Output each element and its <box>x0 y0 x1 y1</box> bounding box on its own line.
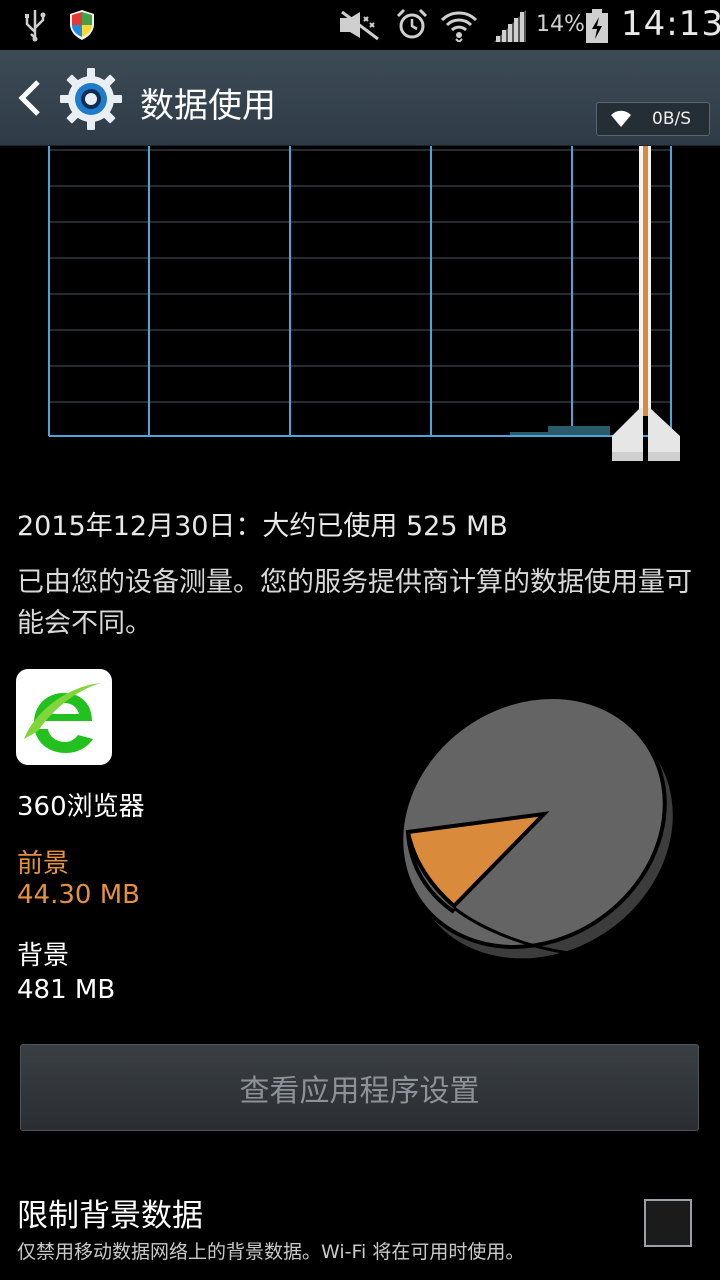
foreground-label: 前景 <box>17 849 70 879</box>
network-speed-value: 0B/S <box>652 109 691 129</box>
page-title: 数据使用 <box>140 86 276 126</box>
app-name: 360浏览器 <box>17 792 145 822</box>
clock: 14:13 <box>621 4 720 44</box>
settings-gear-icon <box>60 68 122 130</box>
background-value: 481 MB <box>17 975 116 1005</box>
battery-icon <box>586 9 608 43</box>
network-speed-badge: 0B/S <box>596 102 710 136</box>
battery-percent: 14% <box>536 12 585 37</box>
back-icon[interactable] <box>16 78 44 118</box>
security-shield-icon <box>70 10 94 40</box>
browser-e-logo-icon <box>24 683 102 753</box>
restrict-background-description: 仅禁用移动数据网络上的背景数据。Wi-Fi 将在可用时使用。 <box>17 1241 525 1263</box>
chart-gridlines <box>50 149 670 403</box>
signal-icon <box>494 10 526 42</box>
app-icon <box>16 669 112 765</box>
status-bar: 14% 14:13 <box>0 0 720 50</box>
usage-summary: 2015年12月30日：大约已使用 525 MB <box>17 511 508 542</box>
alarm-icon <box>396 8 428 39</box>
wifi-icon <box>440 11 478 42</box>
measurement-note: 已由您的设备测量。您的服务提供商计算的数据使用量可能会不同。 <box>17 567 692 639</box>
action-bar: 数据使用 0B/S <box>0 50 720 146</box>
background-label: 背景 <box>17 941 70 971</box>
view-app-settings-button[interactable]: 查看应用程序设置 <box>20 1044 699 1131</box>
chart-week-lines <box>48 146 672 436</box>
usage-area <box>510 426 610 436</box>
usage-pie-chart <box>399 695 673 959</box>
usage-chart[interactable] <box>0 146 720 466</box>
usb-icon <box>25 10 46 42</box>
foreground-value: 44.30 MB <box>17 880 140 910</box>
mute-icon <box>340 10 379 41</box>
view-app-settings-label: 查看应用程序设置 <box>239 1073 480 1109</box>
wifi-icon <box>611 110 631 127</box>
restrict-background-title[interactable]: 限制背景数据 <box>17 1190 203 1235</box>
restrict-background-checkbox[interactable] <box>644 1199 692 1247</box>
range-end-handle[interactable] <box>612 146 680 461</box>
